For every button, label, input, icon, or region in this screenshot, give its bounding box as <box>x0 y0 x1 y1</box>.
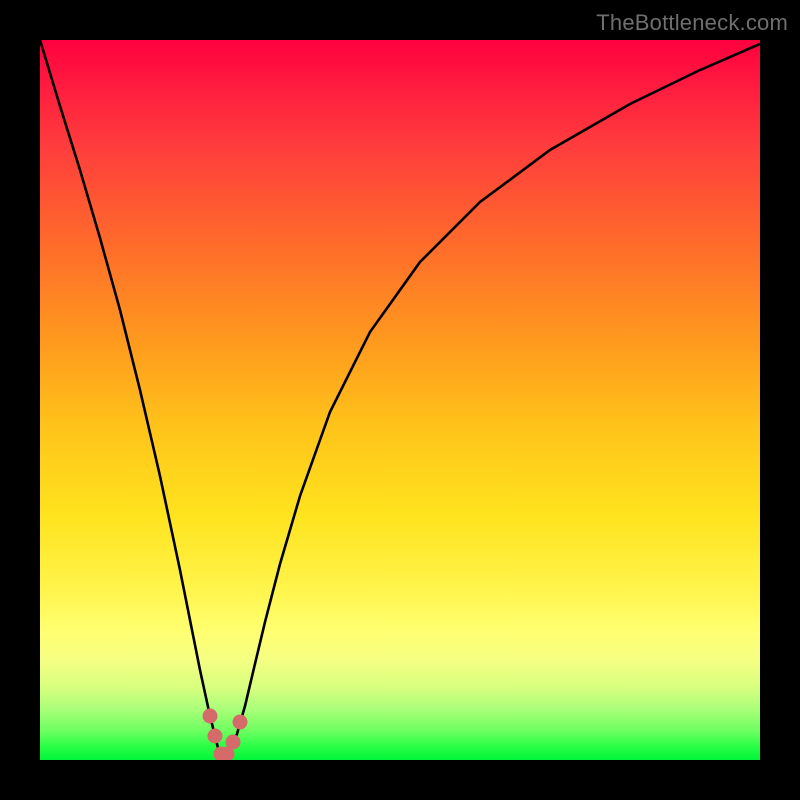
chart-frame: TheBottleneck.com <box>0 0 800 800</box>
critical-point <box>233 715 248 730</box>
critical-point <box>203 709 218 724</box>
critical-point <box>226 735 241 750</box>
curve-layer <box>40 40 760 760</box>
critical-markers <box>203 709 248 761</box>
plot-area <box>40 40 760 760</box>
critical-point <box>208 729 223 744</box>
bottleneck-curve <box>40 40 760 756</box>
watermark-text: TheBottleneck.com <box>596 10 788 36</box>
